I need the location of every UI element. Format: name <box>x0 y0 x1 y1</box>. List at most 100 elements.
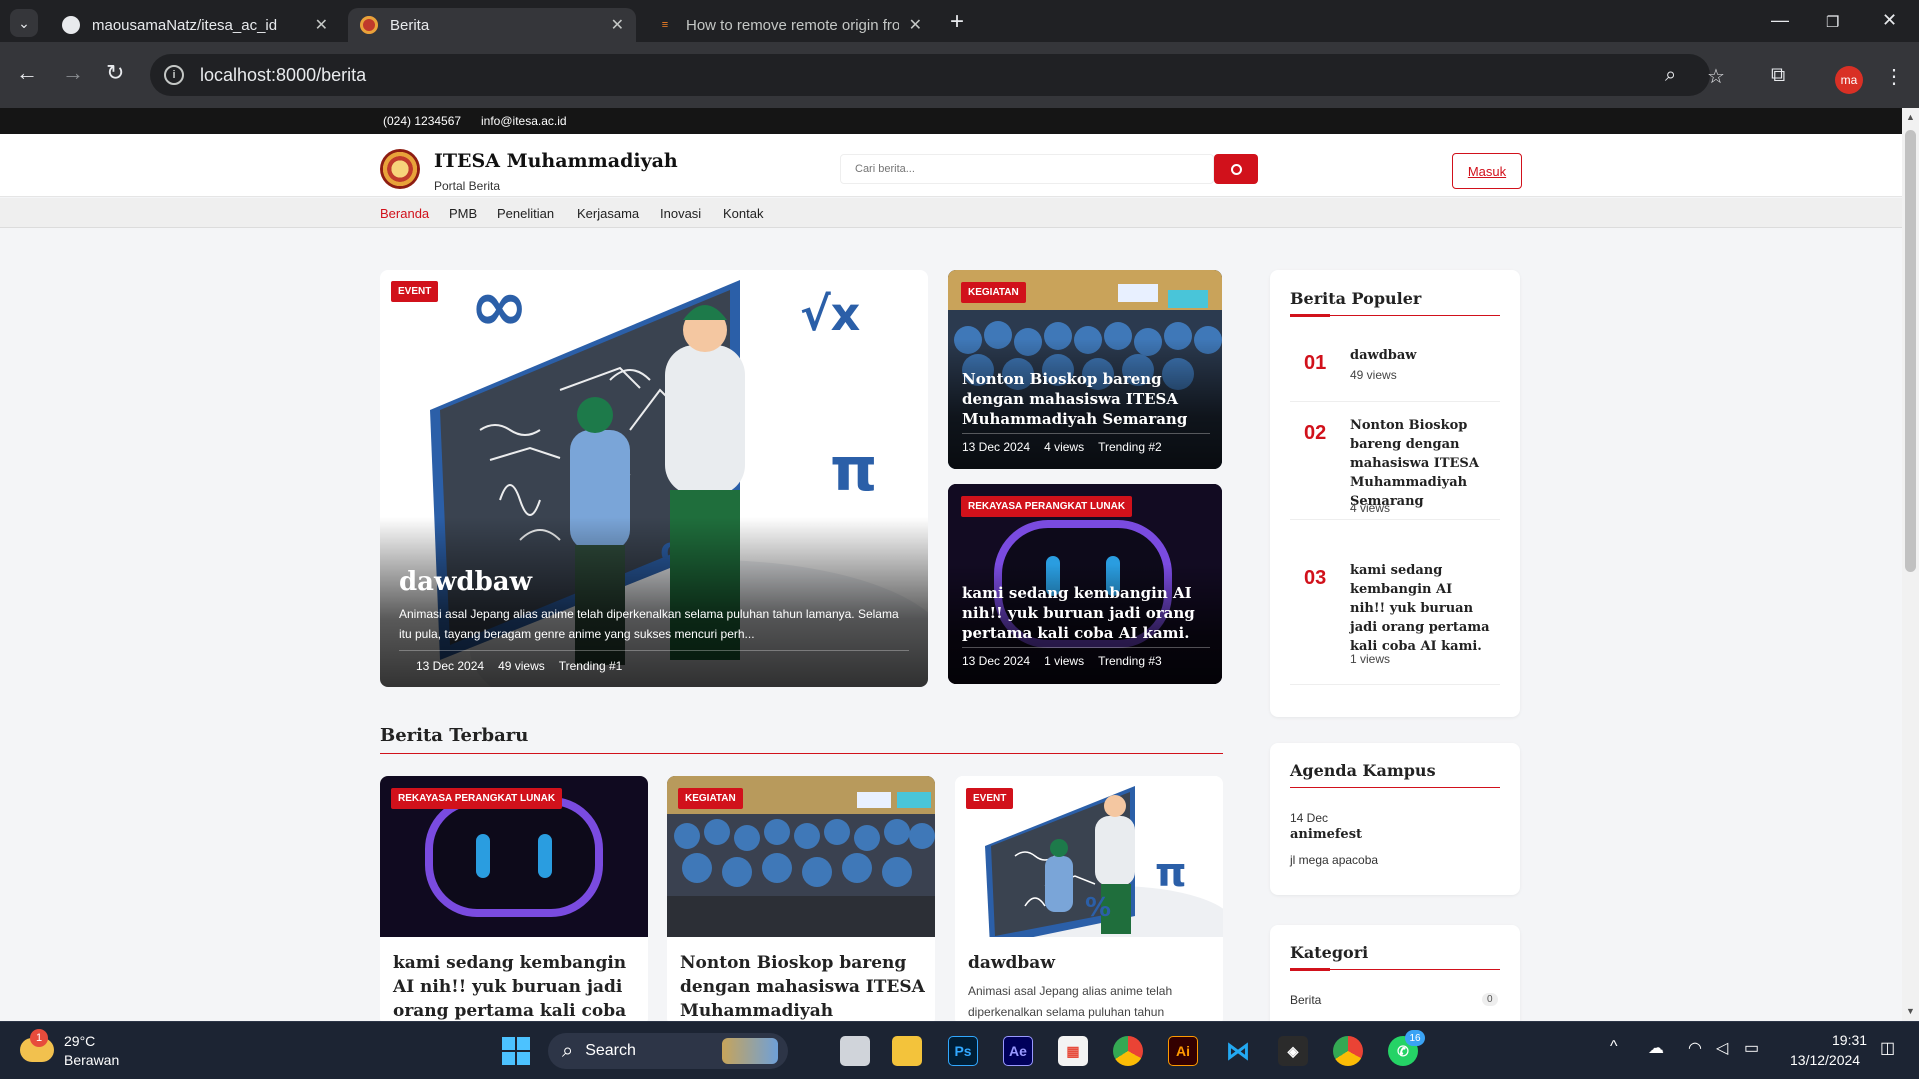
category-badge[interactable]: EVENT <box>391 281 439 302</box>
notification-icon[interactable]: ◫ <box>1880 1038 1895 1058</box>
topbar-email[interactable]: info@itesa.ac.id <box>481 114 567 128</box>
back-button[interactable]: ← <box>16 62 38 84</box>
bookmark-star-icon[interactable]: ☆ <box>1707 64 1725 89</box>
brand-subtitle: Portal Berita <box>434 179 501 193</box>
category-badge[interactable]: REKAYASA PERANGKAT LUNAK <box>391 788 563 809</box>
popular-title[interactable]: Nonton Bioskop bareng dengan mahasiswa I… <box>1350 416 1490 511</box>
nav-beranda[interactable]: Beranda <box>380 206 429 221</box>
scroll-up-icon[interactable]: ▲ <box>1906 112 1915 122</box>
weather-temp[interactable]: 29°C <box>64 1033 95 1049</box>
tab-github[interactable]: maousamaNatz/itesa_ac_id ✕ <box>50 8 340 42</box>
popular-title[interactable]: dawdbaw <box>1350 346 1490 365</box>
site-header: ITESA Muhammadiyah Portal Berita Masuk <box>0 134 1902 197</box>
close-icon[interactable]: ✕ <box>315 15 328 35</box>
onedrive-cloud-icon[interactable]: ☁ <box>1648 1038 1664 1058</box>
brand-title[interactable]: ITESA Muhammadiyah <box>434 150 678 172</box>
nav-inovasi[interactable]: Inovasi <box>660 206 701 221</box>
category-badge[interactable]: KEGIATAN <box>678 788 743 809</box>
close-icon[interactable]: ✕ <box>611 15 624 35</box>
chevron-up-icon[interactable]: ^ <box>1610 1038 1618 1056</box>
latest-card-title[interactable]: Nonton Bioskop bareng dengan mahasiswa I… <box>680 951 935 1021</box>
vscode-icon[interactable]: ⋈ <box>1223 1036 1253 1066</box>
profile-avatar[interactable]: ma <box>1835 66 1863 94</box>
taskbar-search[interactable]: ⌕ Search <box>548 1033 788 1069</box>
agenda-heading: Agenda Kampus <box>1290 761 1436 780</box>
restore-button[interactable]: ❐ <box>1826 13 1839 31</box>
after-effects-icon[interactable]: Ae <box>1003 1036 1033 1066</box>
chrome-profile-icon[interactable] <box>1333 1036 1363 1066</box>
clock-time[interactable]: 19:31 <box>1832 1032 1867 1048</box>
app-icon[interactable]: ◈ <box>1278 1036 1308 1066</box>
illustrator-icon[interactable]: Ai <box>1168 1036 1198 1066</box>
featured-side-title[interactable]: Nonton Bioskop bareng dengan mahasiswa I… <box>962 369 1212 429</box>
popular-title[interactable]: kami sedang kembangin AI nih!! yuk burua… <box>1350 561 1490 656</box>
page-scrollbar[interactable]: ▲ ▼ <box>1902 108 1919 1021</box>
latest-card-title[interactable]: kami sedang kembangin AI nih!! yuk burua… <box>393 951 643 1021</box>
windows-start-icon[interactable] <box>502 1037 530 1065</box>
search-icon <box>1230 163 1242 175</box>
latest-heading: Berita Terbaru <box>380 725 529 746</box>
latest-card[interactable]: REKAYASA PERANGKAT LUNAK kami sedang kem… <box>380 776 648 1021</box>
featured-main-card[interactable]: ∞ √x π % EVENT dawdbaw Animasi asal Jepa… <box>380 270 928 687</box>
latest-card-image: π % EVENT <box>955 776 1223 937</box>
featured-side-card[interactable]: REKAYASA PERANGKAT LUNAK kami sedang kem… <box>948 484 1222 684</box>
popular-item[interactable]: 03 kami sedang kembangin AI nih!! yuk bu… <box>1290 555 1500 685</box>
search-input[interactable] <box>840 154 1214 184</box>
taskbar-search-label: Search <box>585 1042 636 1059</box>
featured-side-card[interactable]: KEGIATAN Nonton Bioskop bareng dengan ma… <box>948 270 1222 469</box>
login-button[interactable]: Masuk <box>1452 153 1522 189</box>
file-explorer-icon[interactable] <box>892 1036 922 1066</box>
main-nav: Beranda PMB Penelitian Kerjasama Inovasi… <box>0 198 1902 228</box>
volume-icon[interactable]: ◁ <box>1716 1038 1728 1058</box>
close-icon[interactable]: ✕ <box>909 15 922 35</box>
site-info-icon[interactable]: i <box>164 65 184 85</box>
battery-icon[interactable]: ▭ <box>1744 1038 1759 1058</box>
close-window-button[interactable]: ✕ <box>1882 10 1897 31</box>
nav-kontak[interactable]: Kontak <box>723 206 763 221</box>
nav-pmb[interactable]: PMB <box>449 206 477 221</box>
scroll-down-icon[interactable]: ▼ <box>1906 1006 1915 1016</box>
latest-card-title[interactable]: dawdbaw <box>968 951 1218 975</box>
svg-text:π: π <box>1155 850 1187 896</box>
chrome-icon[interactable] <box>1113 1036 1143 1066</box>
nav-kerjasama[interactable]: Kerjasama <box>577 206 639 221</box>
tab-berita[interactable]: Berita ✕ <box>348 8 636 42</box>
clock-date[interactable]: 13/12/2024 <box>1790 1052 1860 1068</box>
post-views: 49 views <box>498 659 545 673</box>
search-button[interactable] <box>1214 154 1258 184</box>
category-box: Kategori Berita 0 <box>1270 925 1520 1021</box>
microsoft-store-icon[interactable]: ▦ <box>1058 1036 1088 1066</box>
browser-menu-icon[interactable]: ⋮ <box>1884 64 1904 89</box>
agenda-title[interactable]: animefest <box>1290 827 1362 842</box>
latest-card[interactable]: π % EVENT dawdbaw Animasi asal Jepang al… <box>955 776 1223 1021</box>
tab-title: Berita <box>390 16 430 34</box>
post-date: 13 Dec 2024 <box>416 659 485 673</box>
extensions-icon[interactable]: ⧉ <box>1771 64 1785 87</box>
wifi-icon[interactable]: ◠ <box>1688 1038 1702 1058</box>
itesa-logo[interactable] <box>380 149 420 189</box>
featured-main-title[interactable]: dawdbaw <box>399 566 532 599</box>
nav-penelitian[interactable]: Penelitian <box>497 206 554 221</box>
reload-button[interactable]: ↻ <box>106 62 124 84</box>
tab-search-menu-button[interactable]: ⌄ <box>10 9 38 37</box>
scrollbar-thumb[interactable] <box>1905 130 1916 572</box>
forward-button[interactable]: → <box>62 62 84 84</box>
category-badge[interactable]: REKAYASA PERANGKAT LUNAK <box>961 496 1133 517</box>
popular-item[interactable]: 01 dawdbaw 49 views <box>1290 340 1500 402</box>
minimize-button[interactable]: — <box>1771 10 1789 31</box>
popular-item[interactable]: 02 Nonton Bioskop bareng dengan mahasisw… <box>1290 410 1500 520</box>
category-name[interactable]: Berita <box>1290 993 1321 1007</box>
browser-toolbar: ← → ↻ i localhost:8000/berita ⌕ ☆ ⧉ ⋮ <box>0 42 1919 108</box>
zoom-icon[interactable]: ⌕ <box>1665 64 1676 87</box>
address-bar[interactable]: i localhost:8000/berita <box>150 54 1710 96</box>
category-badge[interactable]: KEGIATAN <box>961 282 1026 303</box>
category-badge[interactable]: EVENT <box>966 788 1014 809</box>
latest-card[interactable]: KEGIATAN Nonton Bioskop bareng dengan ma… <box>667 776 935 1021</box>
tab-stackoverflow[interactable]: ≡ How to remove remote origin from ✕ <box>644 8 934 42</box>
photoshop-icon[interactable]: Ps <box>948 1036 978 1066</box>
new-tab-button[interactable]: + <box>950 10 964 34</box>
weather-condition[interactable]: Berawan <box>64 1052 119 1068</box>
task-view-icon[interactable] <box>840 1036 870 1066</box>
featured-side-title[interactable]: kami sedang kembangin AI nih!! yuk burua… <box>962 583 1217 643</box>
url-text[interactable]: localhost:8000/berita <box>200 65 366 86</box>
